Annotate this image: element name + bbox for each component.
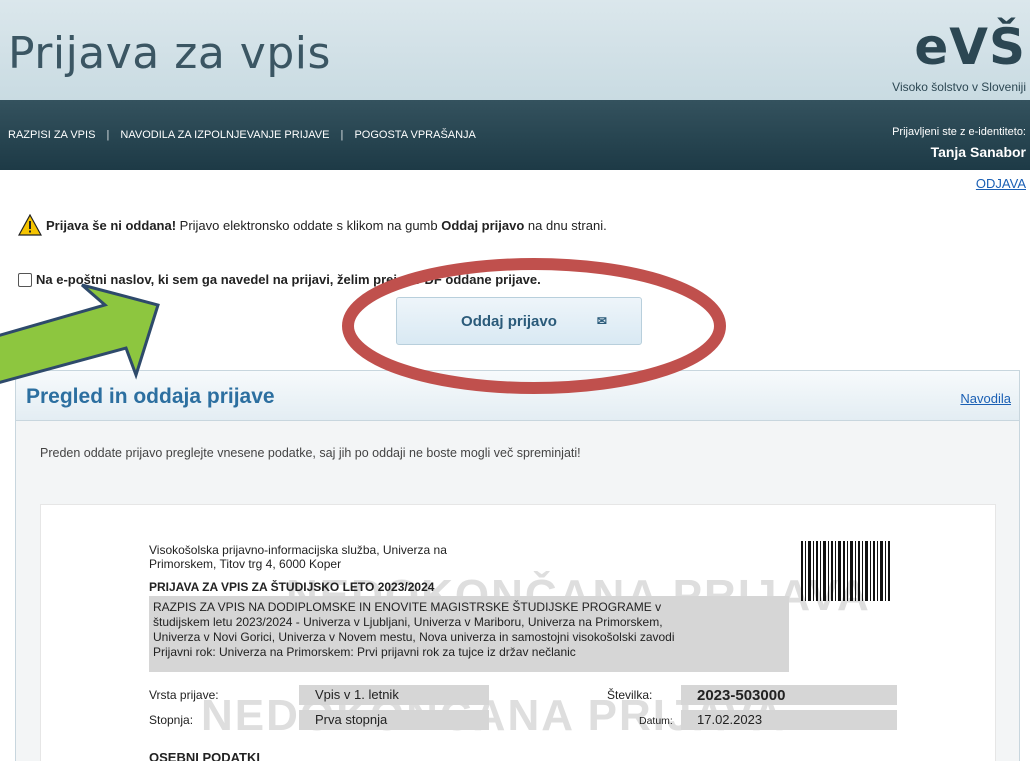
submit-button-label: Oddaj prijavo (461, 312, 557, 330)
envelope-icon: ✉ (596, 314, 607, 328)
logout-link[interactable]: ODJAVA (976, 176, 1026, 191)
warning-icon (18, 214, 42, 236)
type-value: Vpis v 1. letnik (299, 685, 489, 705)
warning-button-name: Oddaj prijavo (441, 217, 525, 233)
barcode-image (801, 541, 890, 601)
login-label: Prijavljeni ste z e-identiteto: (892, 126, 1026, 138)
type-label: Vrsta prijave: (149, 688, 219, 702)
nav-separator: | (340, 129, 344, 141)
warning-text: Prijavo elektronsko oddate s klikom na g… (176, 217, 442, 233)
level-value: Prva stopnja (299, 710, 489, 730)
panel-title: Pregled in oddaja prijave (26, 385, 275, 408)
pdf-option[interactable]: Na e-poštni naslov, ki sem ga navedel na… (18, 272, 541, 287)
logo-mark: eVŠ (914, 18, 1026, 76)
level-label: Stopnja: (149, 713, 194, 727)
application-document: NEDOKONČANA PRIJAVA NEDOKONČANA PRIJAVA … (40, 504, 996, 761)
pdf-checkbox[interactable] (18, 272, 32, 287)
pdf-option-label[interactable]: Na e-poštni naslov, ki sem ga navedel na… (36, 272, 541, 287)
number-value: 2023-503000 (681, 685, 897, 705)
document-org: Visokošolska prijavno-informacijska služ… (149, 543, 447, 571)
warning-text-end: na dnu strani. (524, 217, 607, 233)
nav-link-calls[interactable]: RAZPISI ZA VPIS (8, 129, 95, 141)
page-title: Prijava za vpis (8, 28, 331, 79)
panel-header: Pregled in oddaja prijave Navodila (16, 371, 1019, 421)
review-panel: Pregled in oddaja prijave Navodila Prede… (15, 370, 1020, 761)
submit-application-button[interactable]: Oddaj prijavo ✉ (396, 297, 642, 345)
warning-message: Prijava še ni oddana! Prijavo elektronsk… (18, 214, 607, 236)
document-title: PRIJAVA ZA VPIS ZA ŠTUDIJSKO LETO 2023/2… (149, 580, 435, 594)
user-name: Tanja Sanabor (930, 144, 1026, 160)
login-info: Prijavljeni ste z e-identiteto: Tanja Sa… (892, 126, 1026, 160)
panel-intro: Preden oddate prijavo preglejte vnesene … (40, 446, 581, 460)
nav-link-instructions[interactable]: NAVODILA ZA IZPOLNJEVANJE PRIJAVE (120, 129, 329, 141)
instructions-link[interactable]: Navodila (960, 391, 1011, 406)
call-line: Univerza v Novi Gorici, Univerza v Novem… (153, 630, 675, 644)
date-label: Datum: (639, 715, 673, 727)
header-banner: Prijava za vpis eVŠ Visoko šolstvo v Slo… (0, 0, 1030, 100)
nav-bar: RAZPISI ZA VPIS | NAVODILA ZA IZPOLNJEVA… (0, 100, 1030, 170)
personal-data-heading: OSEBNI PODATKI (149, 750, 260, 761)
call-line: Prijavni rok: Univerza na Primorskem: Pr… (153, 645, 576, 659)
date-value: 17.02.2023 (681, 710, 897, 730)
call-line: RAZPIS ZA VPIS NA DODIPLOMSKE IN ENOVITE… (153, 600, 662, 614)
warning-bold: Prijava še ni oddana! (46, 217, 177, 233)
nav-link-faq[interactable]: POGOSTA VPRAŠANJA (354, 129, 475, 141)
logo-subtitle: Visoko šolstvo v Sloveniji (892, 80, 1026, 94)
nav-links: RAZPISI ZA VPIS | NAVODILA ZA IZPOLNJEVA… (8, 129, 476, 141)
number-label: Številka: (607, 688, 653, 702)
nav-separator: | (106, 129, 110, 141)
call-box: RAZPIS ZA VPIS NA DODIPLOMSKE IN ENOVITE… (149, 596, 789, 672)
evs-logo[interactable]: eVŠ Visoko šolstvo v Sloveniji (892, 22, 1026, 94)
call-line: študijskem letu 2023/2024 - Univerza v L… (153, 615, 663, 629)
